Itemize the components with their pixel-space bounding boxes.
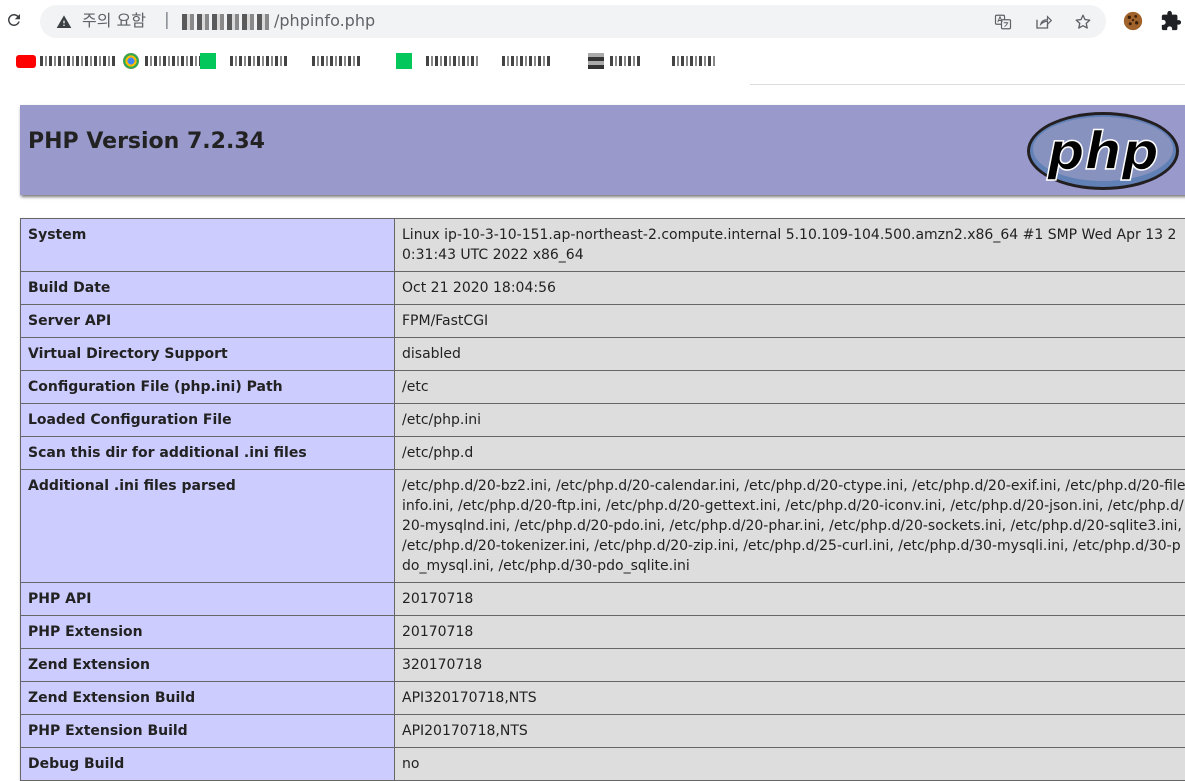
row-value: 20170718: [395, 583, 1185, 616]
address-bar[interactable]: 주의 요함 | /phpinfo.php: [40, 5, 1106, 38]
row-key: System: [21, 219, 395, 272]
table-row: Additional .ini files parsed/etc/php.d/2…: [21, 470, 1185, 583]
row-value: API320170718,NTS: [395, 682, 1185, 715]
table-row: Configuration File (php.ini) Path/etc: [21, 371, 1185, 404]
redacted-host: [182, 14, 272, 30]
row-key: Scan this dir for additional .ini files: [21, 437, 395, 470]
row-value: API20170718,NTS: [395, 715, 1185, 748]
phpinfo-table: SystemLinux ip-10-3-10-151.ap-northeast-…: [20, 218, 1185, 781]
row-key: Zend Extension Build: [21, 682, 395, 715]
row-key: Additional .ini files parsed: [21, 470, 395, 583]
bookmark-label-redacted: [672, 56, 716, 66]
reload-icon[interactable]: [4, 10, 24, 30]
bookmark-label-redacted: [40, 56, 116, 66]
table-row: Zend Extension320170718: [21, 649, 1185, 682]
row-key: Virtual Directory Support: [21, 338, 395, 371]
row-value: Linux ip-10-3-10-151.ap-northeast-2.comp…: [395, 219, 1185, 272]
table-row: PHP Extension20170718: [21, 616, 1185, 649]
row-key: Loaded Configuration File: [21, 404, 395, 437]
row-value: /etc: [395, 371, 1185, 404]
row-key: Debug Build: [21, 748, 395, 781]
row-value: /etc/php.ini: [395, 404, 1185, 437]
table-row: Server APIFPM/FastCGI: [21, 305, 1185, 338]
share-icon[interactable]: [1034, 13, 1052, 31]
row-value: 320170718: [395, 649, 1185, 682]
bookmark-label-redacted: [145, 56, 203, 66]
table-row: SystemLinux ip-10-3-10-151.ap-northeast-…: [21, 219, 1185, 272]
bookmark-label-redacted: [230, 56, 288, 66]
table-row: Zend Extension BuildAPI320170718,NTS: [21, 682, 1185, 715]
row-value: /etc/php.d/20-bz2.ini, /etc/php.d/20-cal…: [395, 470, 1185, 583]
row-key: Zend Extension: [21, 649, 395, 682]
youtube-icon: [16, 55, 36, 68]
row-key: Server API: [21, 305, 395, 338]
security-label[interactable]: 주의 요함: [82, 11, 146, 31]
row-value: /etc/php.d: [395, 437, 1185, 470]
page-title: PHP Version 7.2.34: [28, 129, 265, 154]
php-version-header: PHP Version 7.2.34 php: [20, 105, 1185, 195]
row-value: no: [395, 748, 1185, 781]
bookmark-label-redacted: [502, 56, 552, 66]
row-key: PHP API: [21, 583, 395, 616]
warning-icon[interactable]: [56, 14, 72, 30]
url-separator: |: [164, 10, 170, 30]
bookmarks-divider: [750, 84, 1185, 85]
puzzle-extension-icon[interactable]: [1160, 10, 1182, 32]
translate-icon[interactable]: [994, 13, 1012, 31]
row-value: Oct 21 2020 18:04:56: [395, 272, 1185, 305]
row-value: disabled: [395, 338, 1185, 371]
cookie-extension-icon[interactable]: [1122, 10, 1144, 32]
site-icon: [588, 53, 604, 69]
row-key: PHP Extension Build: [21, 715, 395, 748]
table-row: PHP API20170718: [21, 583, 1185, 616]
table-row: Debug Buildno: [21, 748, 1185, 781]
row-value: FPM/FastCGI: [395, 305, 1185, 338]
bookmarks-bar: [0, 44, 1185, 78]
row-key: Configuration File (php.ini) Path: [21, 371, 395, 404]
table-row: Virtual Directory Supportdisabled: [21, 338, 1185, 371]
table-row: Scan this dir for additional .ini files/…: [21, 437, 1185, 470]
php-logo: php: [1026, 111, 1180, 191]
url-path[interactable]: /phpinfo.php: [274, 11, 375, 31]
naver-icon: [396, 53, 412, 69]
star-icon[interactable]: [1074, 13, 1092, 31]
google-icon: [123, 53, 139, 69]
bookmark-label-redacted: [312, 56, 360, 66]
row-key: Build Date: [21, 272, 395, 305]
table-row: Loaded Configuration File/etc/php.ini: [21, 404, 1185, 437]
php-logo-text: php: [1046, 122, 1158, 182]
table-row: PHP Extension BuildAPI20170718,NTS: [21, 715, 1185, 748]
naver-icon: [200, 53, 216, 69]
bookmark-label-redacted: [426, 56, 478, 66]
row-value: 20170718: [395, 616, 1185, 649]
table-row: Build DateOct 21 2020 18:04:56: [21, 272, 1185, 305]
row-key: PHP Extension: [21, 616, 395, 649]
browser-toolbar: 주의 요함 | /phpinfo.php: [0, 0, 1185, 42]
bookmark-label-redacted: [610, 56, 640, 66]
